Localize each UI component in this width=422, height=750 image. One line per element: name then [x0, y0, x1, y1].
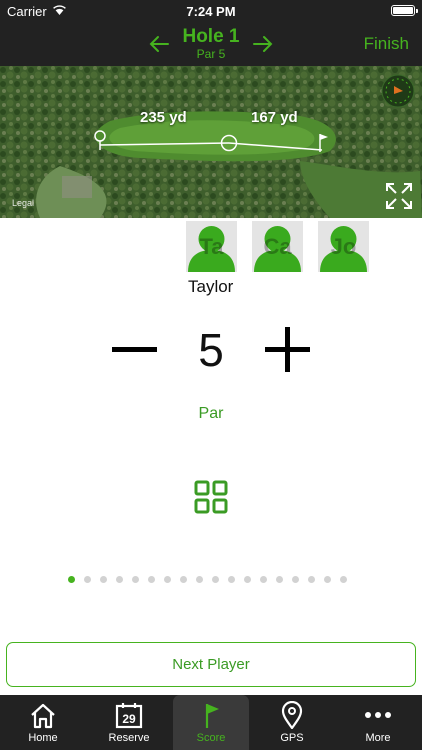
score-value: 5 [198, 324, 224, 376]
score-relative-label: Par [198, 405, 224, 422]
page-dot[interactable] [148, 576, 155, 583]
hole-par: Par 5 [196, 47, 226, 61]
current-player-name: Taylor [188, 277, 234, 296]
distance-to-pin: 167 yd [251, 109, 298, 126]
page-dot[interactable] [164, 576, 171, 583]
battery-icon [391, 5, 418, 16]
page-dot[interactable] [100, 576, 107, 583]
tab-label: Score [196, 732, 226, 744]
tab-label: Reserve [108, 732, 150, 744]
page-dot[interactable] [340, 576, 347, 583]
more-dots-icon [365, 712, 391, 718]
tab-home[interactable]: Home [5, 695, 81, 750]
page-dot[interactable] [196, 576, 203, 583]
scorecard-grid-icon[interactable] [194, 480, 228, 514]
tab-score[interactable]: Score [173, 695, 249, 750]
satellite-map-image [0, 66, 422, 218]
location-pin-icon [281, 701, 303, 729]
player-initials: Jo [330, 234, 357, 259]
arrow-right-icon[interactable] [252, 33, 274, 55]
tab-label: Home [28, 732, 58, 744]
page-dot[interactable] [68, 576, 75, 583]
distance-to-target: 235 yd [140, 109, 187, 126]
flag-icon [205, 704, 219, 728]
page-dot[interactable] [324, 576, 331, 583]
hole-title: Hole 1 [182, 26, 240, 47]
pin-flag-icon[interactable] [318, 133, 330, 153]
page-dot[interactable] [132, 576, 139, 583]
compass-icon[interactable] [381, 74, 415, 108]
hole-page-indicator[interactable] [68, 576, 347, 583]
page-dot[interactable] [292, 576, 299, 583]
player-avatar-2[interactable]: Ca [252, 221, 303, 272]
page-dot[interactable] [212, 576, 219, 583]
player-initials: Ca [263, 234, 292, 259]
calendar-icon: 29 [115, 703, 143, 729]
page-dot[interactable] [180, 576, 187, 583]
hole-nav-bar: Hole 1 Par 5 Finish [0, 22, 422, 66]
home-icon [31, 703, 55, 729]
page-dot[interactable] [276, 576, 283, 583]
map-legal-link[interactable]: Legal [12, 198, 34, 208]
tab-reserve[interactable]: 29 Reserve [91, 695, 167, 750]
page-dot[interactable] [228, 576, 235, 583]
tab-label: More [365, 732, 391, 744]
page-dot[interactable] [244, 576, 251, 583]
battery-level [393, 7, 413, 14]
player-initials: Ta [199, 234, 224, 259]
next-player-button[interactable]: Next Player [6, 642, 416, 687]
tee-marker-icon[interactable] [93, 129, 107, 151]
page-dot[interactable] [260, 576, 267, 583]
increase-score-button[interactable] [265, 327, 310, 372]
target-marker-icon[interactable] [220, 134, 238, 152]
player-avatar-3[interactable]: Jo [318, 221, 369, 272]
finish-button[interactable]: Finish [364, 34, 409, 54]
tab-more[interactable]: More [340, 695, 416, 750]
decrease-score-button[interactable] [112, 347, 157, 352]
player-avatar-taylor[interactable]: Ta [186, 221, 237, 272]
calendar-day: 29 [122, 712, 136, 726]
page-dot[interactable] [116, 576, 123, 583]
tab-bar: Home 29 Reserve Score GPS More [0, 695, 422, 750]
hole-map[interactable]: 235 yd 167 yd Legal [0, 66, 422, 218]
tab-label: GPS [280, 732, 304, 744]
page-dot[interactable] [308, 576, 315, 583]
tab-gps[interactable]: GPS [254, 695, 330, 750]
expand-map-icon[interactable] [384, 181, 414, 211]
status-bar: Carrier 7:24 PM [0, 0, 422, 22]
page-dot[interactable] [84, 576, 91, 583]
status-time: 7:24 PM [186, 4, 236, 19]
